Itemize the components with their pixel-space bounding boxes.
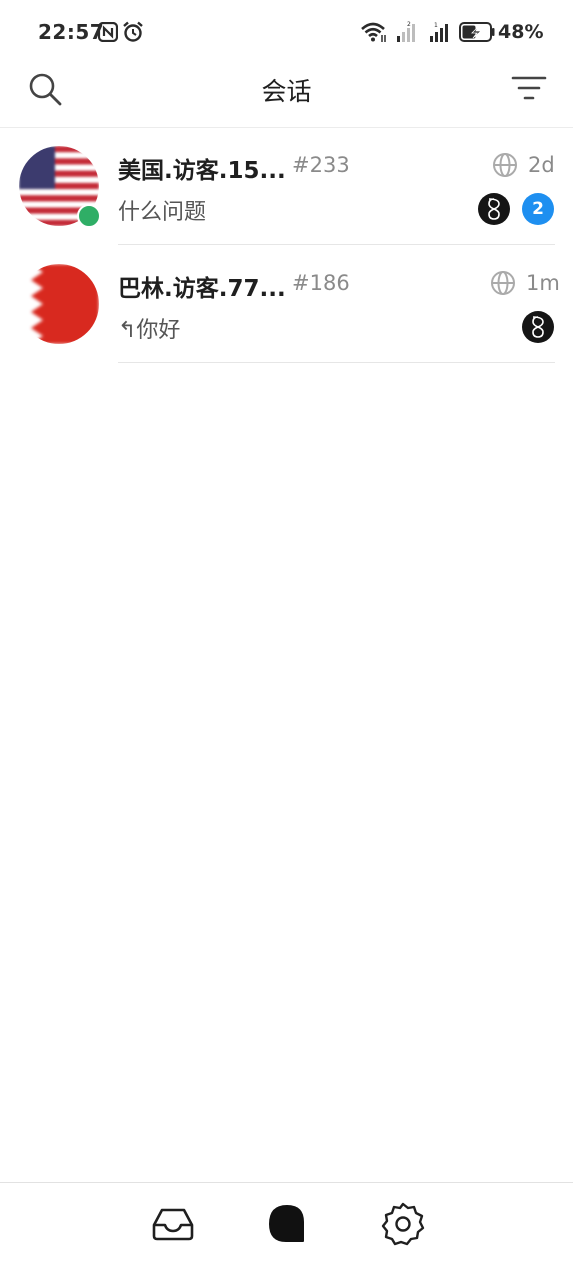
conversation-time: 2d [528,153,555,177]
message-preview: 什么问题 [118,200,207,225]
battery-charging-icon [459,22,495,42]
battery-percent: 48% [498,21,544,43]
status-bar: 22:57 2 1 48% [0,0,573,64]
settings-icon[interactable] [380,1201,426,1247]
conversation-number: #186 [292,271,350,295]
conversation-item[interactable]: 巴林.访客.77... #186 1m ↰你好 [0,245,573,363]
status-time: 22:57 [38,20,105,44]
wifi-icon [361,22,386,42]
conversation-number: #233 [292,153,350,177]
agent-avatar [478,193,510,225]
svg-text:1: 1 [434,22,438,29]
svg-text:2: 2 [407,21,411,28]
bottom-nav [0,1182,573,1281]
signal-icon: 2 [397,21,415,42]
divider [118,362,555,363]
alarm-icon [123,21,143,42]
page-title: 会话 [261,77,312,106]
signal-icon: 1 [430,22,448,42]
unread-badge: 2 [522,193,554,225]
conversation-name: 美国.访客.15... [118,158,286,184]
online-indicator [77,204,101,228]
globe-icon [491,271,515,295]
filter-icon[interactable] [510,72,548,106]
globe-icon [493,153,517,177]
conversation-time: 1m [526,271,560,295]
conversation-name: 巴林.访客.77... [118,276,286,302]
inbox-icon[interactable] [150,1201,196,1247]
chat-bubble-icon[interactable] [264,1201,310,1247]
message-preview: ↰你好 [118,318,181,343]
bahrain-flag-icon [19,264,99,344]
agent-avatar [522,311,554,343]
app-header: 会话 [0,64,573,128]
conversation-item[interactable]: 美国.访客.15... #233 2d 什么问题 2 [0,127,573,245]
nfc-icon [98,22,118,42]
